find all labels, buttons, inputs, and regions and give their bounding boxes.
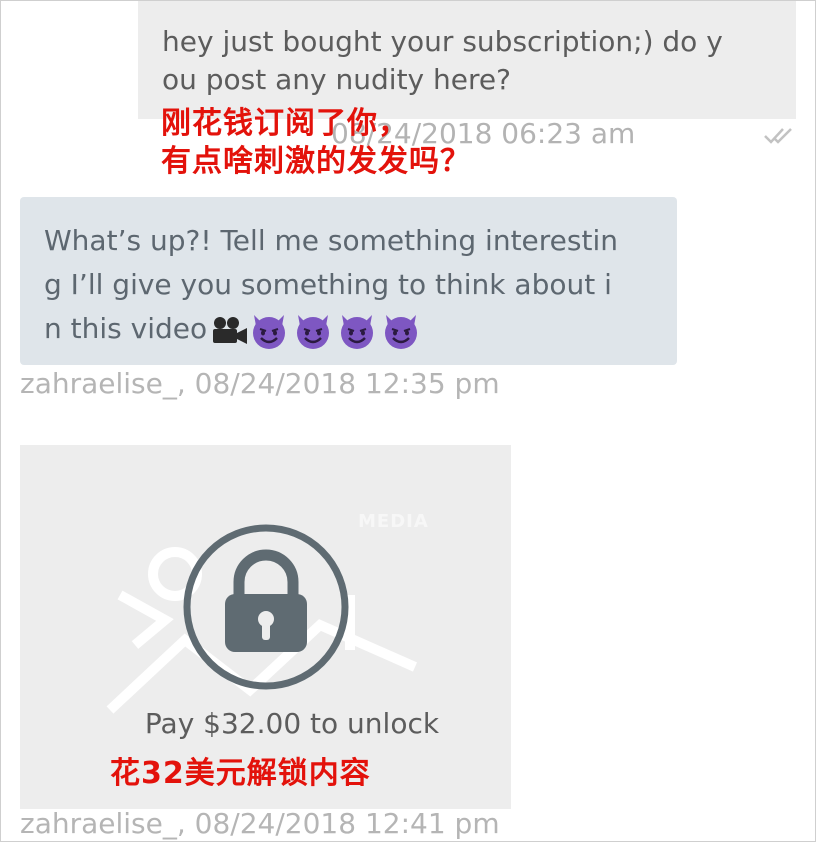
pay-to-unlock-label[interactable]: Pay $32.00 to unlock: [20, 707, 564, 740]
chinese-caption-media: 花32美元解锁内容: [110, 756, 371, 791]
outgoing-message-bubble: hey just bought your subscription;) do y…: [138, 1, 796, 119]
incoming-message-meta: zahraelise_, 08/24/2018 12:35 pm: [20, 367, 500, 400]
incoming-message-bubble: What’s up?! Tell me something interestin…: [20, 197, 677, 365]
smiling-devil-icon: [253, 315, 286, 349]
locked-media-card[interactable]: MEDIA Pay $32.00 to unlock 花32美元解锁内容: [20, 445, 511, 809]
lock-icon[interactable]: [181, 522, 351, 692]
emoji-row: [209, 308, 425, 352]
chinese-caption-outgoing: 刚花钱订阅了你， 有点啥刺激的发发吗？: [161, 106, 471, 179]
media-watermark: MEDIA: [358, 511, 429, 532]
double-check-icon: [764, 128, 792, 144]
incoming-message-body: What’s up?! Tell me something interestin…: [44, 219, 664, 352]
movie-camera-icon: [213, 317, 248, 344]
smiling-devil-icon: [297, 315, 330, 349]
outgoing-message-text: hey just bought your subscription;) do y…: [162, 25, 723, 96]
chat-screenshot: hey just bought your subscription;) do y…: [0, 0, 816, 842]
media-message-meta: zahraelise_, 08/24/2018 12:41 pm: [20, 807, 500, 840]
smiling-devil-icon: [385, 315, 418, 349]
smiling-devil-icon: [341, 315, 374, 349]
